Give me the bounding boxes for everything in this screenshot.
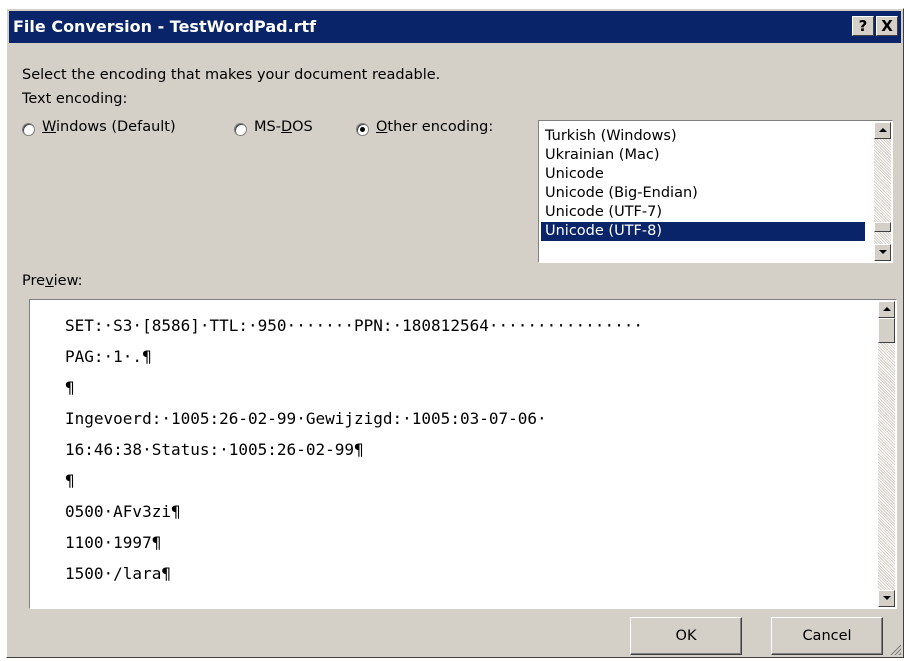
radio-msdos-accel: D bbox=[280, 119, 293, 135]
radio-msdos-label-pre: MS- bbox=[254, 119, 281, 135]
encoding-item-unicode-utf8[interactable]: Unicode (UTF-8) bbox=[541, 222, 865, 241]
preview-scroll-down-button[interactable] bbox=[878, 590, 895, 607]
encoding-list-scrollbar[interactable] bbox=[874, 122, 891, 261]
encoding-listbox[interactable]: Turkish (Windows) Ukrainian (Mac) Unicod… bbox=[538, 120, 893, 263]
radio-windows-accel: W bbox=[42, 119, 57, 135]
preview-line: 1500·/lara¶ bbox=[65, 564, 171, 583]
instructions-text: Select the encoding that makes your docu… bbox=[22, 67, 441, 83]
cancel-button[interactable]: Cancel bbox=[771, 617, 883, 655]
preview-lines: SET:·S3·[8586]·TTL:·950·······PPN:·18081… bbox=[65, 310, 643, 589]
encoding-item-unicode-big-endian[interactable]: Unicode (Big-Endian) bbox=[541, 184, 865, 203]
preview-line: PAG:·1·.¶ bbox=[65, 347, 152, 366]
encoding-item-turkish-windows[interactable]: Turkish (Windows) bbox=[541, 127, 865, 146]
radio-windows-circle[interactable] bbox=[22, 123, 35, 136]
preview-line: 0500·AFv3zi¶ bbox=[65, 502, 181, 521]
preview-label-accel: v bbox=[45, 273, 54, 289]
preview-line: ¶ bbox=[65, 378, 75, 397]
radio-checked-dot bbox=[360, 127, 365, 132]
encoding-list-items: Turkish (Windows) Ukrainian (Mac) Unicod… bbox=[541, 127, 865, 241]
file-conversion-dialog: File Conversion - TestWordPad.rtf ? X Se… bbox=[6, 8, 904, 658]
text-encoding-label: Text encoding: bbox=[22, 91, 128, 107]
encoding-item-unicode-utf7[interactable]: Unicode (UTF-7) bbox=[541, 203, 865, 222]
window-title: File Conversion - TestWordPad.rtf bbox=[13, 17, 317, 36]
preview-label: Preview: bbox=[22, 273, 83, 289]
preview-label-pre: Pre bbox=[22, 273, 46, 289]
encoding-scroll-down-button[interactable] bbox=[874, 244, 891, 261]
ok-button[interactable]: OK bbox=[630, 617, 742, 655]
radio-other-label[interactable]: Other encoding: bbox=[376, 119, 493, 135]
help-button[interactable]: ? bbox=[852, 16, 874, 36]
encoding-item-ukrainian-mac[interactable]: Ukrainian (Mac) bbox=[541, 146, 865, 165]
preview-text-area[interactable]: SET:·S3·[8586]·TTL:·950·······PPN:·18081… bbox=[29, 299, 897, 609]
preview-line: ¶ bbox=[65, 471, 75, 490]
chevron-down-icon bbox=[883, 596, 891, 600]
radio-other-circle[interactable] bbox=[356, 123, 369, 136]
close-button[interactable]: X bbox=[876, 16, 898, 36]
radio-msdos-label[interactable]: MS-DOS bbox=[254, 119, 313, 135]
chevron-down-icon bbox=[879, 250, 887, 254]
preview-scroll-thumb[interactable] bbox=[878, 318, 895, 343]
preview-line: Ingevoerd:·1005:26-02-99·Gewijzigd:·1005… bbox=[65, 409, 547, 428]
title-bar[interactable]: File Conversion - TestWordPad.rtf ? X bbox=[9, 11, 901, 43]
radio-windows-label-post: indows (Default) bbox=[56, 119, 176, 135]
encoding-scroll-thumb[interactable] bbox=[874, 222, 891, 232]
resize-grip-icon[interactable] bbox=[889, 643, 901, 655]
preview-scroll-up-button[interactable] bbox=[878, 301, 895, 318]
chevron-up-icon bbox=[883, 307, 891, 311]
encoding-scroll-up-button[interactable] bbox=[874, 122, 891, 139]
preview-line: 16:46:38·Status:·1005:26-02-99¶ bbox=[65, 440, 364, 459]
chevron-up-icon bbox=[879, 128, 887, 132]
radio-other-accel: O bbox=[376, 119, 388, 135]
radio-msdos-label-post: OS bbox=[292, 119, 313, 135]
preview-line: SET:·S3·[8586]·TTL:·950·······PPN:·18081… bbox=[65, 316, 643, 335]
radio-windows-label[interactable]: Windows (Default) bbox=[42, 119, 176, 135]
encoding-item-unicode[interactable]: Unicode bbox=[541, 165, 865, 184]
radio-msdos-circle[interactable] bbox=[234, 123, 247, 136]
preview-label-post: iew: bbox=[53, 273, 83, 289]
preview-scrollbar[interactable] bbox=[878, 301, 895, 607]
preview-line: 1100·1997¶ bbox=[65, 533, 162, 552]
radio-other-label-post: ther encoding: bbox=[387, 119, 494, 135]
